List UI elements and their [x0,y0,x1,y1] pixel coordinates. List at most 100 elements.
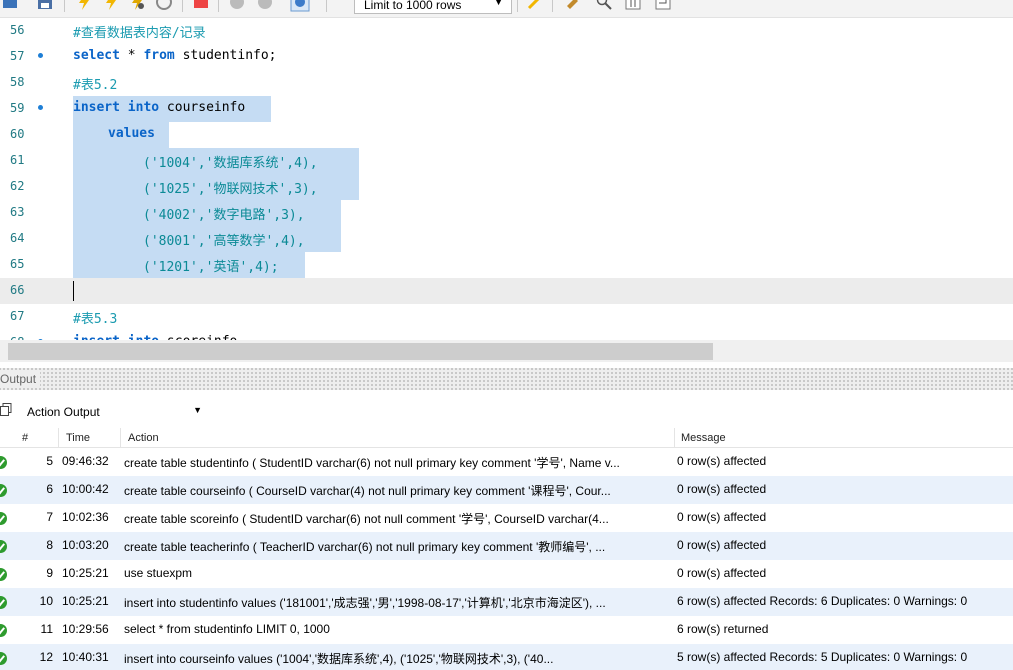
code-line: 68 insert into scoreinfo [0,330,1013,340]
code-line: 63 ('4002','数字电路',3), [0,200,1013,226]
code-text: #表5.2 [73,78,118,93]
code-line: 59 insert into courseinfo [0,96,1013,122]
row-number: 11 [40,622,53,636]
search-icon[interactable] [596,0,612,10]
success-check-icon [0,596,7,609]
row-action: create table teacherinfo ( TeacherID var… [124,540,606,554]
code-text: ('1201','英语',4); [143,260,279,275]
lightning-cursor-icon[interactable] [103,0,119,10]
wrap-icon[interactable] [655,0,671,10]
copy-icon[interactable] [0,403,12,416]
row-message: 0 row(s) affected [677,538,767,552]
sql-editor[interactable]: 56 #查看数据表内容/记录 57 select * from studenti… [0,18,1013,340]
scrollbar-thumb[interactable] [8,343,713,360]
row-number: 9 [46,566,53,580]
code-line: 60 values [0,122,1013,148]
success-check-icon [0,456,7,469]
limit-rows-label: Limit to 1000 rows [364,0,462,12]
code-line: 62 ('1025','物联网技术',3), [0,174,1013,200]
row-message: 0 row(s) affected [677,510,767,524]
output-type-select[interactable]: Action Output ▼ [19,400,206,422]
line-number: 56 [10,23,25,37]
column-header-time[interactable]: Time [66,432,90,444]
row-action: create table courseinfo ( CourseID varch… [124,484,611,498]
table-row[interactable]: 8 10:03:20 create table teacherinfo ( Te… [0,532,1013,560]
output-type-label: Action Output [27,405,100,419]
row-time: 10:03:20 [62,538,109,552]
save-icon[interactable] [37,0,53,10]
table-row[interactable]: 7 10:02:36 create table scoreinfo ( Stud… [0,504,1013,532]
explain-icon[interactable] [129,0,145,10]
row-number: 6 [46,482,53,496]
success-check-icon [0,652,7,665]
row-message: 0 row(s) affected [677,482,767,496]
output-panel-header: Output [0,368,1013,390]
horizontal-scrollbar[interactable] [0,340,1013,362]
column-header-message[interactable]: Message [681,432,726,444]
table-row[interactable]: 10 10:25:21 insert into studentinfo valu… [0,588,1013,616]
output-toolbar: Action Output ▼ [0,398,1013,424]
line-number: 60 [10,127,25,141]
table-row[interactable]: 6 10:00:42 create table courseinfo ( Cou… [0,476,1013,504]
row-action: insert into courseinfo values ('1004','数… [124,652,554,666]
lightning-execute-icon[interactable] [76,0,92,10]
column-header-action[interactable]: Action [128,432,159,444]
toggle-error-icon[interactable] [193,0,209,10]
table-row[interactable]: 9 10:25:21 use stuexpm 0 row(s) affected [0,560,1013,588]
code-text: values [108,126,155,141]
success-check-icon [0,512,7,525]
column-header-num[interactable]: # [22,432,28,444]
code-text: insert into courseinfo [73,100,246,115]
code-line: 56 #查看数据表内容/记录 [0,18,1013,44]
success-check-icon [0,624,7,637]
code-line: 67 #表5.3 [0,304,1013,330]
line-number: 63 [10,205,25,219]
grid-header: # Time Action Message [0,428,1013,448]
line-number: 59 [10,101,25,115]
code-line: 57 select * from studentinfo; [0,44,1013,70]
success-check-icon [0,484,7,497]
statement-marker-icon [38,105,43,110]
table-row[interactable]: 5 09:46:32 create table studentinfo ( St… [0,448,1013,476]
output-panel-title: Output [0,372,41,386]
row-action: use stuexpm [124,566,193,580]
row-number: 12 [39,650,53,664]
row-time: 10:29:56 [62,622,109,636]
line-number: 64 [10,231,25,245]
chevron-down-icon: ▼ [193,405,202,415]
stop-icon[interactable] [156,0,172,10]
invisible-chars-icon[interactable] [625,0,641,10]
table-row[interactable]: 11 10:29:56 select * from studentinfo LI… [0,616,1013,644]
commit-icon[interactable] [229,0,245,10]
row-action: create table scoreinfo ( StudentID varch… [124,512,609,526]
chevron-down-icon: ▼ [494,0,503,7]
code-text: ('1004','数据库系统',4), [143,156,318,171]
table-row[interactable]: 12 10:40:31 insert into courseinfo value… [0,644,1013,670]
line-number: 65 [10,257,25,271]
row-message: 6 row(s) affected Records: 6 Duplicates:… [677,594,968,608]
row-action: insert into studentinfo values ('181001'… [124,596,606,610]
line-number: 61 [10,153,25,167]
row-time: 09:46:32 [62,454,109,468]
beautify-icon[interactable] [527,0,543,10]
statement-marker-icon [38,53,43,58]
row-action: select * from studentinfo LIMIT 0, 1000 [124,622,330,636]
find-icon[interactable] [565,0,581,10]
autocommit-icon[interactable] [290,0,310,12]
row-number: 7 [46,510,53,524]
open-file-icon[interactable] [2,0,18,10]
text-cursor [73,281,74,301]
row-message: 0 row(s) affected [677,566,767,580]
code-line: 65 ('1201','英语',4); [0,252,1013,278]
line-number: 57 [10,49,25,63]
code-text: #表5.3 [73,312,118,327]
limit-rows-select[interactable]: Limit to 1000 rows ▼ [354,0,512,14]
code-text: select * from studentinfo; [73,48,277,63]
row-number: 10 [39,594,53,608]
row-message: 5 row(s) affected Records: 5 Duplicates:… [677,650,968,664]
action-output-grid: # Time Action Message 5 09:46:32 create … [0,428,1013,670]
rollback-icon[interactable] [257,0,273,10]
row-time: 10:40:31 [62,650,109,664]
row-message: 0 row(s) affected [677,454,767,468]
row-message: 6 row(s) returned [677,622,769,636]
